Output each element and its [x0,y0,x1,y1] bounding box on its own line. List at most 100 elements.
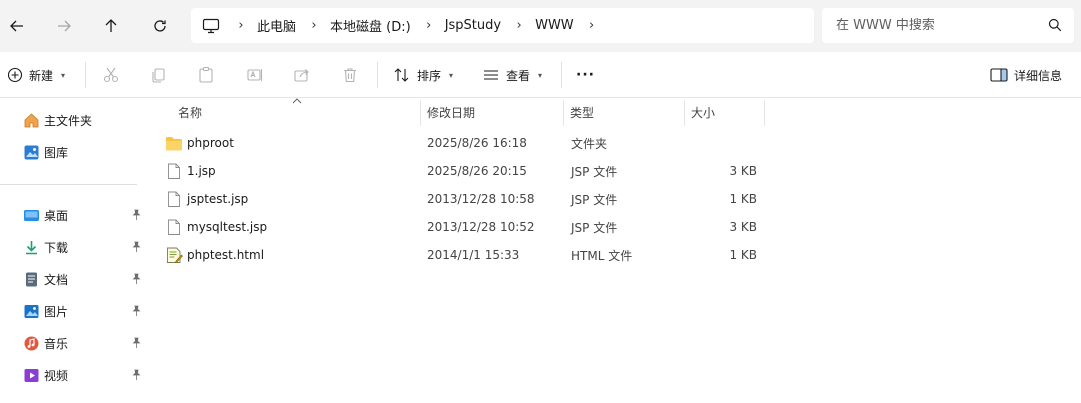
back-button[interactable] [2,11,32,41]
sidebar-item-label: 图片 [44,304,69,319]
sidebar-item-pictures[interactable]: 图片 [0,297,148,325]
sidebar-item-music[interactable]: 音乐 [0,329,148,357]
file-name: jsptest.jsp [187,192,249,206]
column-header-date[interactable]: 修改日期 [427,98,563,126]
pictures-icon [22,302,40,320]
pin-icon[interactable] [130,209,142,221]
file-date: 2013/12/28 10:58 [427,192,535,206]
pin-icon[interactable] [130,369,142,381]
chevron-down-icon: ▾ [449,70,454,80]
sidebar-item-label: 主文件夹 [44,113,93,128]
file-date: 2013/12/28 10:52 [427,220,535,234]
desktop-icon [22,206,40,224]
search-icon[interactable] [1048,18,1062,35]
paste-icon[interactable] [196,65,216,85]
view-button[interactable]: 查看 ▾ [482,52,542,98]
chevron-right-icon[interactable]: › [507,18,531,33]
breadcrumb-www[interactable]: WWW [531,18,580,33]
navigation-bar: › 此电脑 › 本地磁盘 (D:) › JspStudy › WWW › [0,0,1081,52]
file-name-cell: mysqltest.jsp [165,213,267,241]
sort-button[interactable]: 排序 ▾ [393,52,453,98]
file-name-cell: jsptest.jsp [165,185,248,213]
sidebar-item-label: 下载 [44,240,69,255]
pin-icon[interactable] [130,273,142,285]
pin-icon[interactable] [130,241,142,253]
sidebar-item-label: 视频 [44,368,69,383]
details-pane-icon [990,68,1008,82]
address-bar[interactable]: › 此电脑 › 本地磁盘 (D:) › JspStudy › WWW › [191,8,814,43]
command-bar: 新建 ▾ 排序 ▾ 查看 ▾ ··· 详细信息 [0,52,1081,98]
more-options-button[interactable]: ··· [576,52,595,98]
sidebar-divider [0,184,137,185]
refresh-button[interactable] [145,11,175,41]
new-label: 新建 [29,68,54,83]
file-row[interactable]: 1.jsp 2025/8/26 20:15 JSP 文件 3 KB [148,157,1081,185]
file-type: HTML 文件 [571,248,633,263]
sort-label: 排序 [417,68,442,83]
delete-icon[interactable] [340,65,360,85]
file-type: 文件夹 [571,136,608,151]
column-divider[interactable] [563,100,564,126]
file-icon [165,190,183,208]
share-icon[interactable] [292,65,312,85]
search-input[interactable] [836,18,1036,33]
details-pane-button[interactable]: 详细信息 [990,52,1062,98]
sidebar-item-desktop[interactable]: 桌面 [0,201,148,229]
breadcrumb-jspstudy[interactable]: JspStudy [441,18,507,33]
sidebar-item-label: 文档 [44,272,69,287]
chevron-right-icon[interactable]: › [229,18,253,33]
file-row[interactable]: mysqltest.jsp 2013/12/28 10:52 JSP 文件 3 … [148,213,1081,241]
breadcrumb-this-pc[interactable]: 此电脑 [253,16,302,35]
column-label: 类型 [570,105,595,120]
sidebar-item-documents[interactable]: 文档 [0,265,148,293]
sidebar-item-label: 图库 [44,145,69,160]
column-header-size[interactable]: 大小 [691,98,763,126]
file-row[interactable]: phproot 2025/8/26 16:18 文件夹 [148,129,1081,157]
folder-icon [165,134,183,152]
file-row[interactable]: phptest.html 2014/1/1 15:33 HTML 文件 1 KB [148,241,1081,269]
column-divider[interactable] [684,100,685,126]
column-divider[interactable] [764,100,765,126]
file-size: 3 KB [729,164,757,178]
cut-icon[interactable] [101,65,121,85]
sort-icon [394,68,409,82]
file-date: 2025/8/26 16:18 [427,136,527,150]
breadcrumb-drive-d[interactable]: 本地磁盘 (D:) [326,16,417,35]
column-divider[interactable] [420,100,421,126]
this-pc-icon[interactable] [193,18,229,34]
file-type: JSP 文件 [571,220,618,235]
chevron-down-icon: ▾ [538,70,543,80]
file-size [685,129,757,157]
file-name-cell: 1.jsp [165,157,216,185]
music-icon [22,334,40,352]
column-header-name[interactable]: 名称 [178,98,420,126]
file-type: JSP 文件 [571,164,618,179]
chevron-right-icon[interactable]: › [580,18,604,33]
sidebar-item-label: 音乐 [44,336,69,351]
file-icon [165,162,183,180]
pin-icon[interactable] [130,305,142,317]
pin-icon[interactable] [130,337,142,349]
arrow-right-icon [58,20,71,32]
sidebar-item-downloads[interactable]: 下载 [0,233,148,261]
file-name: phptest.html [187,248,265,262]
view-label: 查看 [506,68,531,83]
sidebar-item-videos[interactable]: 视频 [0,361,148,389]
forward-button[interactable] [49,11,79,41]
sidebar-item-gallery[interactable]: 图库 [0,138,148,166]
up-button[interactable] [96,11,126,41]
copy-icon[interactable] [148,65,168,85]
view-list-icon [484,70,498,80]
search-box[interactable] [822,8,1074,43]
refresh-icon [154,20,166,32]
file-row[interactable]: jsptest.jsp 2013/12/28 10:58 JSP 文件 1 KB [148,185,1081,213]
chevron-right-icon[interactable]: › [417,18,441,33]
column-header-type[interactable]: 类型 [570,98,684,126]
chevron-right-icon[interactable]: › [302,18,326,33]
rename-icon[interactable] [245,65,265,85]
sidebar-item-home[interactable]: 主文件夹 [0,106,148,134]
details-label: 详细信息 [1014,68,1063,83]
new-button[interactable]: 新建 ▾ [7,52,65,98]
plus-circle-icon [7,67,23,83]
arrow-left-icon [10,20,23,32]
